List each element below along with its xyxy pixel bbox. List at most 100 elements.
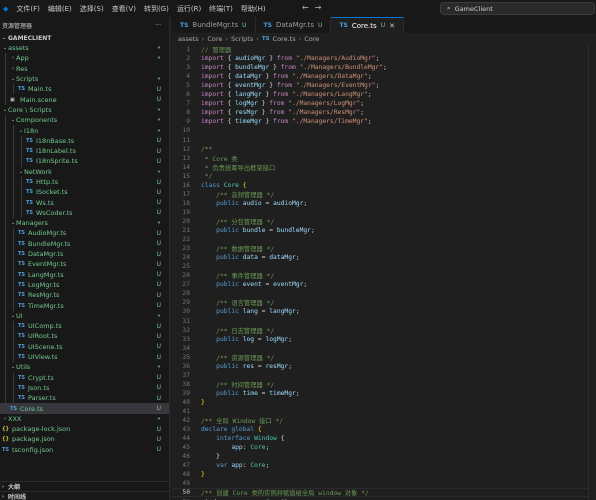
- file-item[interactable]: TS EventMgr.ts U: [0, 259, 169, 270]
- breadcrumb-item[interactable]: Core: [207, 35, 222, 43]
- file-item[interactable]: TS UIRoot.ts U: [0, 331, 169, 342]
- menu-item[interactable]: 查看(V): [112, 4, 136, 14]
- code-line: 47 var app: Core;: [172, 461, 269, 470]
- file-item[interactable]: ▣ Main.scene U: [0, 94, 169, 105]
- indent-guide: [13, 269, 14, 280]
- typescript-file-icon: TS: [18, 261, 26, 268]
- file-item[interactable]: TS TimeMgr.ts U: [0, 300, 169, 311]
- file-item[interactable]: TS UIView.ts U: [0, 351, 169, 363]
- code-token: * Core 类: [201, 155, 238, 163]
- outline-section-header[interactable]: › 大纲: [0, 481, 170, 491]
- file-item[interactable]: TS ResMgr.ts U: [0, 290, 169, 301]
- code-token: timeMgr: [269, 389, 296, 397]
- breadcrumb-item[interactable]: Scripts: [231, 35, 253, 43]
- file-item[interactable]: TS WsCoder.ts U: [0, 207, 169, 219]
- folder-item[interactable]: ⌄ Scripts •: [0, 73, 169, 85]
- menu-item[interactable]: 编辑(E): [48, 4, 72, 14]
- git-status-badge: U: [156, 240, 161, 248]
- file-item[interactable]: TS ISocket.ts U: [0, 187, 169, 198]
- code-line: 23 /** 数据管理器 */: [172, 244, 274, 253]
- tab-datamgr-ts[interactable]: TS DataMgr.ts U: [256, 17, 332, 33]
- line-number: 24: [182, 254, 190, 262]
- file-item[interactable]: TS UIComp.ts U: [0, 321, 169, 332]
- file-item[interactable]: TS I18nBase.ts U: [0, 135, 169, 146]
- menu-item[interactable]: 帮助(H): [241, 4, 266, 14]
- folder-item[interactable]: ⌄ assets •: [0, 43, 169, 53]
- tab-bundlemgr-ts[interactable]: TS BundleMgr.ts U: [172, 17, 256, 33]
- file-item[interactable]: TS Parser.ts U: [0, 393, 169, 404]
- file-item[interactable]: TS BundleMgr.ts U: [0, 238, 169, 249]
- forward-arrow-icon[interactable]: →: [315, 3, 322, 12]
- code-token: interface: [216, 435, 251, 443]
- code-token: dataMgr: [235, 73, 262, 81]
- tab-core-ts[interactable]: TS Core.ts U ✕: [331, 17, 404, 33]
- more-actions-icon[interactable]: ···: [155, 22, 161, 29]
- breadcrumb-item[interactable]: Core.ts: [273, 35, 296, 43]
- code-text: public data = dataMgr;: [201, 254, 299, 261]
- file-item[interactable]: TS I18nLabel.ts U: [0, 145, 169, 157]
- folder-item[interactable]: ⌄ Managers •: [0, 218, 169, 229]
- tree-item-label: Utils: [16, 363, 31, 372]
- file-item[interactable]: {} package.json U: [0, 434, 169, 444]
- back-arrow-icon[interactable]: ←: [302, 3, 309, 12]
- git-status-badge: •: [156, 116, 161, 125]
- folder-item[interactable]: › App •: [0, 53, 169, 64]
- editor-scrollbar[interactable]: [588, 44, 596, 500]
- code-line: 10: [172, 126, 190, 135]
- code-token: {: [223, 82, 236, 90]
- folder-item[interactable]: ⌄ NetWork •: [0, 166, 169, 177]
- timeline-section-header[interactable]: › 时间线: [0, 491, 170, 500]
- code-token: /** 语言管理器 */: [216, 300, 275, 308]
- typescript-file-icon: TS: [180, 21, 189, 29]
- menu-item[interactable]: 文件(F): [16, 4, 40, 14]
- file-item[interactable]: TS Ws.ts U: [0, 197, 169, 208]
- folder-item[interactable]: › Res: [0, 63, 169, 74]
- code-editor[interactable]: 1 // 管理器 2 import { audioMgr } from "./Mana…: [172, 44, 596, 500]
- file-item[interactable]: TS tsconfig.json U: [0, 445, 169, 455]
- folder-item[interactable]: ⌄ UI •: [0, 310, 169, 322]
- file-item[interactable]: TS UIScene.ts U: [0, 341, 169, 352]
- file-item[interactable]: TS Crypt.ts U: [0, 372, 169, 383]
- file-item[interactable]: TS I18nSprite.ts U: [0, 156, 169, 167]
- folder-item[interactable]: ⌄ Components •: [0, 115, 169, 126]
- menu-item[interactable]: 运行(R): [177, 4, 201, 14]
- tab-label: BundleMgr.ts: [192, 21, 239, 29]
- folder-item[interactable]: ⌄ Utils •: [0, 362, 169, 373]
- file-item[interactable]: TS Core.ts U: [0, 403, 169, 414]
- code-line: 33 public log = logMgr;: [172, 335, 292, 344]
- code-token: declare: [201, 426, 228, 434]
- indent-guide: [5, 372, 6, 383]
- typescript-file-icon: TS: [18, 374, 26, 381]
- line-number: 2: [186, 55, 190, 63]
- code-token: Window: [254, 435, 277, 443]
- folder-item[interactable]: › XXX •: [0, 414, 169, 424]
- file-item[interactable]: {} package-lock.json U: [0, 424, 169, 434]
- tree-item-label: Core \ Scripts: [8, 105, 52, 114]
- menu-item[interactable]: 终端(T): [209, 4, 233, 14]
- code-token: lang: [242, 308, 258, 316]
- file-item[interactable]: TS Json.ts U: [0, 382, 169, 394]
- command-center-search[interactable]: ⌕ GameClient: [440, 2, 595, 15]
- breadcrumb-item[interactable]: Core: [304, 35, 319, 43]
- file-item[interactable]: TS Main.ts U: [0, 84, 169, 95]
- file-item[interactable]: TS AudioMgr.ts U: [0, 228, 169, 239]
- code-line: 18 public audio = audioMgr;: [172, 199, 307, 208]
- close-icon[interactable]: ✕: [389, 22, 395, 30]
- menu-item[interactable]: 转到(G): [144, 4, 169, 14]
- breadcrumb-item[interactable]: assets: [178, 35, 199, 43]
- folder-item[interactable]: ⌄ I18n •: [0, 125, 169, 136]
- code-token: ;: [367, 118, 372, 126]
- file-item[interactable]: TS LogMgr.ts U: [0, 279, 169, 291]
- line-number: 50: [182, 489, 190, 497]
- project-section-header[interactable]: ⌄ GAMECLIENT: [0, 33, 169, 43]
- file-item[interactable]: TS Http.ts U: [0, 176, 169, 188]
- folder-item[interactable]: ⌄ Core \ Scripts •: [0, 105, 169, 115]
- code-line: 5 import { eventMgr } from "./Managers/Ev…: [172, 81, 379, 90]
- file-item[interactable]: TS DataMgr.ts U: [0, 248, 169, 260]
- indent-guide: [13, 259, 14, 270]
- menu-item[interactable]: 选择(S): [80, 4, 104, 14]
- code-text: class Core {: [201, 182, 247, 189]
- code-token: }: [201, 398, 205, 406]
- file-item[interactable]: TS LangMgr.ts U: [0, 269, 169, 280]
